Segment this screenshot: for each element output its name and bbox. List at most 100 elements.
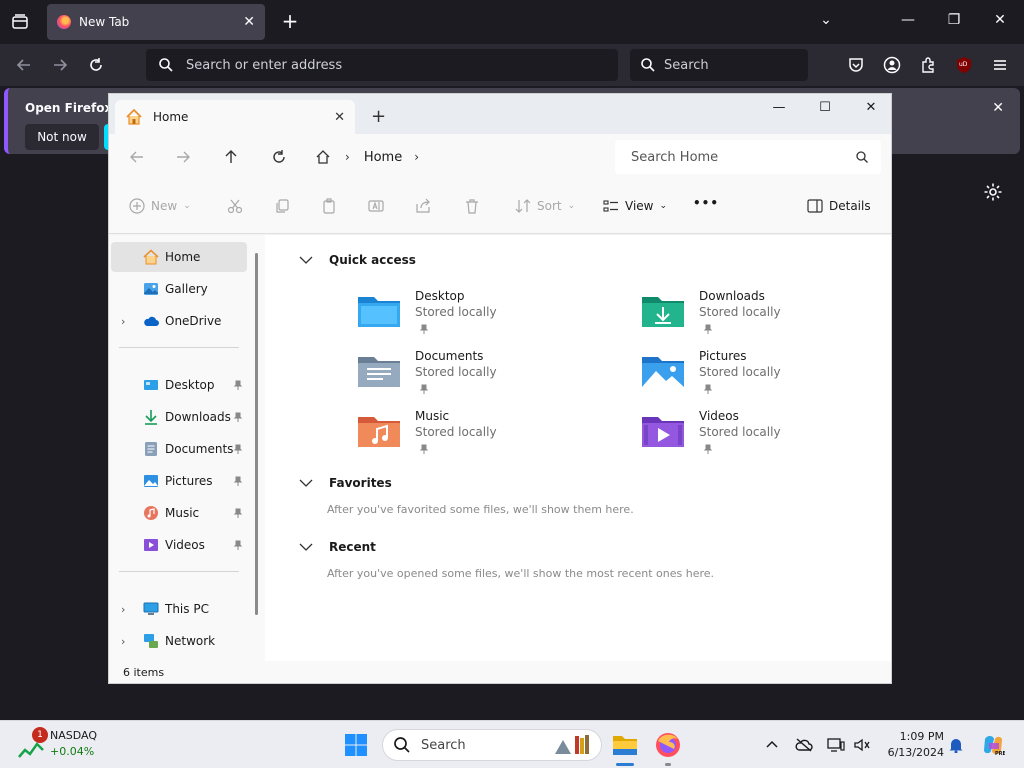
quick-access-music[interactable]: Music Stored locally	[357, 409, 597, 465]
pin-icon	[703, 444, 713, 454]
pin-icon	[419, 384, 429, 394]
explorer-refresh-button[interactable]	[269, 147, 289, 167]
chevron-right-icon[interactable]: ›	[121, 603, 125, 616]
sidebar-item-music[interactable]: Music	[111, 498, 247, 528]
chevron-right-icon[interactable]: ›	[345, 150, 350, 164]
show-hidden-icons-button[interactable]	[762, 735, 782, 755]
list-all-tabs-button[interactable]: ⌄	[816, 12, 836, 28]
pin-icon[interactable]	[233, 380, 243, 390]
close-notification-icon[interactable]: ✕	[992, 100, 1004, 116]
sidebar-item-documents[interactable]: Documents	[111, 434, 247, 464]
sidebar-item-downloads[interactable]: Downloads	[111, 402, 247, 432]
account-button[interactable]	[882, 55, 902, 75]
reload-button[interactable]	[86, 55, 106, 75]
view-button[interactable]: View ⌄	[603, 198, 667, 214]
chevron-right-icon[interactable]: ›	[121, 315, 125, 328]
firefox-tab-new-tab[interactable]: New Tab ✕	[47, 4, 265, 40]
cut-button[interactable]	[227, 198, 243, 214]
explorer-maximize-button[interactable]: ☐	[813, 100, 837, 120]
notifications-button[interactable]	[946, 735, 966, 755]
delete-button[interactable]	[464, 198, 480, 214]
firefox-search-input[interactable]	[664, 57, 794, 73]
back-button[interactable]	[14, 55, 34, 75]
copilot-button[interactable]: PRE	[980, 732, 1006, 758]
firefox-view-button[interactable]	[8, 10, 32, 34]
sidebar-item-this-pc[interactable]: › This PC	[111, 594, 247, 624]
minimize-button[interactable]: —	[898, 12, 918, 28]
monitor-network-icon	[827, 738, 845, 752]
chevron-right-icon[interactable]: ›	[414, 150, 419, 164]
pocket-button[interactable]	[846, 55, 866, 75]
sort-button[interactable]: Sort ⌄	[515, 198, 575, 214]
paste-button[interactable]	[321, 198, 337, 214]
address-input[interactable]	[186, 57, 566, 73]
chevron-right-icon[interactable]: ›	[121, 635, 125, 648]
pin-icon[interactable]	[233, 412, 243, 422]
firefox-search-bar[interactable]	[630, 49, 808, 81]
extensions-button[interactable]	[918, 55, 938, 75]
quick-access-header[interactable]: Quick access	[299, 253, 416, 267]
favorites-header[interactable]: Favorites	[299, 476, 392, 490]
pin-icon[interactable]	[233, 540, 243, 550]
forward-button[interactable]	[50, 55, 70, 75]
volume-tray-button[interactable]	[852, 735, 872, 755]
close-window-button[interactable]: ✕	[990, 12, 1010, 28]
taskbar-search-box[interactable]: Search	[382, 729, 602, 761]
pin-icon[interactable]	[233, 444, 243, 454]
rename-button[interactable]	[368, 198, 384, 214]
explorer-new-tab-button[interactable]: +	[371, 106, 386, 127]
firefox-logo-icon	[57, 15, 71, 29]
sidebar-scrollbar[interactable]	[255, 253, 258, 615]
folder-name: Music	[415, 409, 450, 423]
explorer-up-button[interactable]	[221, 147, 241, 167]
ublock-button[interactable]: uD	[954, 55, 974, 75]
quick-access-desktop[interactable]: Desktop Stored locally	[357, 289, 597, 345]
scissors-icon	[227, 199, 243, 214]
sidebar-item-home[interactable]: Home	[111, 242, 247, 272]
sidebar-item-desktop[interactable]: Desktop	[111, 370, 247, 400]
sidebar-item-onedrive[interactable]: › OneDrive	[111, 306, 247, 336]
firefox-app-icon[interactable]	[654, 731, 682, 759]
recent-header[interactable]: Recent	[299, 540, 376, 554]
details-pane-button[interactable]: Details	[807, 198, 871, 214]
onedrive-tray-button[interactable]	[794, 735, 814, 755]
explorer-minimize-button[interactable]: —	[767, 100, 791, 120]
quick-access-documents[interactable]: Documents Stored locally	[357, 349, 597, 405]
home-outline-icon[interactable]	[315, 149, 331, 165]
address-bar[interactable]	[146, 49, 618, 81]
explorer-tab-home[interactable]: Home ✕	[115, 100, 355, 134]
sidebar-item-videos[interactable]: Videos	[111, 530, 247, 560]
file-explorer-app-icon[interactable]	[611, 731, 639, 759]
quick-access-pictures[interactable]: Pictures Stored locally	[641, 349, 881, 405]
copy-button[interactable]	[274, 198, 290, 214]
network-tray-button[interactable]	[826, 735, 846, 755]
file-explorer-active-indicator	[616, 763, 634, 766]
close-tab-icon[interactable]: ✕	[243, 14, 255, 30]
clipboard-icon	[323, 198, 335, 214]
stock-widget[interactable]: 1 NASDAQ +0.04%	[18, 727, 118, 763]
restore-button[interactable]: ❐	[944, 12, 964, 28]
gear-icon[interactable]	[983, 182, 1003, 202]
quick-access-downloads[interactable]: Downloads Stored locally	[641, 289, 881, 345]
quick-access-videos[interactable]: Videos Stored locally	[641, 409, 881, 465]
sidebar-item-pictures[interactable]: Pictures	[111, 466, 247, 496]
explorer-back-button[interactable]	[127, 147, 147, 167]
taskbar-clock[interactable]: 1:09 PM 6/13/2024	[880, 729, 944, 761]
explorer-search-box[interactable]	[615, 140, 881, 174]
explorer-close-button[interactable]: ✕	[859, 100, 883, 120]
windows-start-icon[interactable]	[344, 733, 368, 757]
sidebar-item-gallery[interactable]: Gallery	[111, 274, 247, 304]
pin-icon[interactable]	[233, 476, 243, 486]
new-tab-button[interactable]: +	[280, 11, 300, 32]
not-now-button[interactable]: Not now	[25, 124, 99, 150]
pin-icon[interactable]	[233, 508, 243, 518]
sidebar-item-network[interactable]: › Network	[111, 626, 247, 656]
new-button[interactable]: New ⌄	[129, 198, 191, 214]
breadcrumb-home[interactable]: Home	[364, 150, 402, 165]
explorer-search-input[interactable]	[631, 149, 855, 165]
see-more-button[interactable]: •••	[693, 196, 719, 210]
share-button[interactable]	[415, 198, 431, 214]
close-tab-icon[interactable]: ✕	[334, 110, 345, 125]
explorer-forward-button[interactable]	[173, 147, 193, 167]
menu-button[interactable]	[990, 55, 1010, 75]
